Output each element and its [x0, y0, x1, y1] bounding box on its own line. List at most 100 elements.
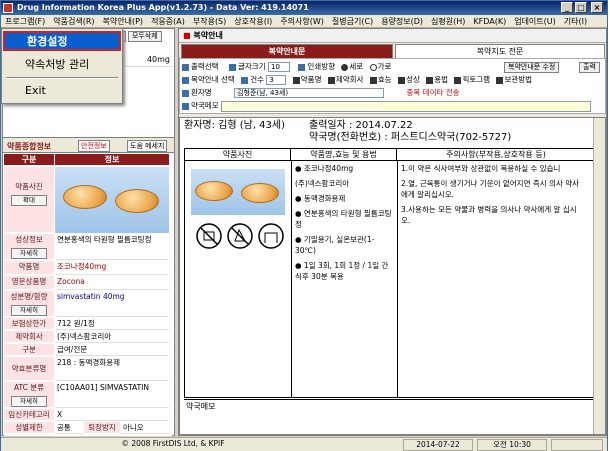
check-efficacy[interactable] — [369, 76, 377, 84]
atc-value: [C10AA01] SIMVASTATIN — [55, 382, 169, 408]
pill-image-1 — [63, 185, 107, 209]
guide-tabs: 복약안내문 복약지도 전문 — [179, 44, 606, 58]
col-divider-1 — [291, 161, 292, 397]
output-memo-label: 약국메모 — [184, 399, 596, 413]
drug-info-grid: 구분 정보 약품사진 확대 성상정보 자세히 연분홍색의 타원형 필름코팅정 약품명… — [4, 154, 172, 436]
print-button[interactable]: 출력 — [579, 62, 600, 73]
app-icon — [3, 3, 13, 13]
withdrawal-value: 아니오 — [121, 422, 169, 434]
pictogram-icons — [196, 223, 284, 249]
guide-select-row: 복약안내 선택 건수 3 약품명 제약회사 효능 성상 용법 픽토그램 보관방법 — [182, 74, 532, 86]
ingredient-value: simvastatin 40mg — [55, 291, 169, 317]
check-shape[interactable] — [398, 76, 406, 84]
landscape-label: 가로 — [377, 62, 392, 71]
grid-header-info: 정보 — [55, 154, 169, 165]
maximize-button[interactable]: □ — [575, 2, 587, 13]
check-pictogram[interactable] — [454, 76, 462, 84]
check-drug-name[interactable] — [292, 76, 300, 84]
shape-detail-button[interactable]: 자세히 — [11, 248, 47, 259]
help-message-button[interactable]: 도움 메세지 — [127, 140, 168, 152]
row-label-atc: ATC 분류 자세히 — [4, 382, 54, 408]
check-usage[interactable] — [426, 76, 434, 84]
tab-guide-sheet[interactable]: 복약안내문 — [181, 44, 393, 58]
menu-update[interactable]: 업데이트(U) — [510, 15, 560, 28]
edit-guide-button[interactable]: 복약안내문 수정 — [504, 62, 560, 73]
drug-line-storage: ● 기밀용기, 실온보관(1-30℃) — [295, 235, 375, 255]
font-size-select[interactable]: 10 — [268, 62, 290, 72]
menu-item-settings[interactable]: 환경설정 — [3, 31, 121, 51]
duplicate-notice: 중복 데이타 전송 — [406, 88, 460, 97]
pictograms — [195, 221, 285, 251]
atc-detail-button[interactable]: 자세히 — [11, 396, 47, 407]
drug-line-name: ● 조코나정40mg — [295, 164, 354, 173]
menu-etc[interactable]: 기타(I) — [560, 15, 591, 28]
minimize-button[interactable]: _ — [561, 2, 573, 13]
guide-output: 환자명: 김형 (남, 43세) 출력일자 : 2014.07.22 약국명(전… — [179, 117, 606, 435]
pharmacy-memo-input[interactable] — [221, 100, 591, 112]
row-label-english-name: 영문상품명 — [4, 276, 54, 290]
title-bar: Drug Information Korea Plus App(v1.2.73)… — [1, 1, 607, 15]
drug-line-company: (주)넥스팜코리아 — [295, 179, 350, 188]
check-storage[interactable] — [496, 76, 504, 84]
menu-caution[interactable]: 주의사항(W) — [276, 15, 328, 28]
zoom-button[interactable]: 확대 — [11, 195, 47, 206]
menu-side-effect[interactable]: 부작용(S) — [189, 15, 230, 28]
caution-line-1: 1.이 약은 식사여부와 상관없이 복용하실 수 있습니 — [401, 164, 561, 173]
menu-hira[interactable]: 심평원(H) — [427, 15, 469, 28]
output-scrollbar[interactable] — [593, 118, 605, 434]
row-label-efficacy-class: 약효분류명 — [4, 357, 54, 381]
drug-line-shape: ● 연분홍색의 타원형 필름코팅정 — [295, 209, 392, 229]
count-label: 건수 — [250, 75, 264, 84]
menu-indication[interactable]: 적응증(A) — [147, 15, 189, 28]
landscape-radio[interactable] — [369, 63, 377, 71]
shape-label: 성상정보 — [15, 235, 43, 244]
row-label-company: 제약회사 — [4, 331, 54, 343]
col-header-caution: 주의사항(부작용,상호작용 등) — [397, 149, 595, 161]
safety-info-button[interactable]: 안전정보 — [78, 140, 110, 152]
menu-program[interactable]: 프로그램(F) — [1, 15, 49, 28]
menu-drug-search[interactable]: 약품검색(R) — [49, 15, 98, 28]
pill-image-2 — [115, 189, 159, 213]
print-select-icon — [182, 63, 189, 71]
print-direction-icon — [298, 63, 306, 71]
ingredient-detail-button[interactable]: 자세히 — [11, 305, 47, 316]
english-name-value: Zocona — [55, 276, 169, 290]
price-value: 712 원/1정 — [55, 318, 169, 330]
pharmacy-name: 약국명(전화번호) : 퍼스트디스약국(702-5727) — [309, 132, 512, 143]
status-bar: © 2008 FirstDIS Ltd, & KPIF 2014-07-22 오… — [1, 437, 607, 451]
caution-line-2: 2.열, 근육통이 생기거나 기운이 없어지면 즉시 의사 약사에게 알리십시오… — [401, 179, 580, 199]
drug-line-usage: ● 1일 3회, 1회 1정 / 1일 간 식후 30분 복용 — [295, 261, 389, 281]
type-value: 급여/전문 — [55, 344, 169, 356]
drug-name-value: 조코나정40mg — [55, 261, 169, 275]
shape-value: 연분홍색의 타원형 필름코팅정 — [55, 234, 169, 260]
menu-interaction[interactable]: 상호작용(I) — [230, 15, 276, 28]
check-shape-label: 성상 — [406, 75, 420, 84]
patient-input[interactable]: 김형준(남, 43세) — [234, 88, 385, 98]
check-efficacy-label: 효능 — [377, 75, 392, 84]
close-button[interactable]: × — [591, 2, 603, 13]
count-select[interactable]: 3 — [266, 75, 287, 85]
portrait-radio[interactable] — [341, 63, 349, 71]
status-date: 2014-07-22 — [403, 439, 473, 451]
status-time: 오전 10:30 — [477, 439, 547, 451]
check-drug-name-label: 약품명 — [300, 75, 322, 84]
menu-dosage[interactable]: 용량정보(D) — [377, 15, 427, 28]
tab-guide-professional[interactable]: 복약지도 전문 — [395, 44, 605, 58]
check-company[interactable] — [327, 76, 335, 84]
drug-photo — [55, 167, 169, 233]
drug-strength: 40mg — [146, 55, 170, 64]
row-label-price: 보험상한가 — [4, 318, 54, 330]
menu-contraindication[interactable]: 질병금기(C) — [328, 15, 377, 28]
patient-row: 환자명 김형준(남, 43세) 중복 데이타 전송 — [182, 87, 460, 99]
menu-medication-guide[interactable]: 복약안내(P) — [99, 15, 148, 28]
row-label-drug-name: 약품명 — [4, 261, 54, 275]
delete-all-button[interactable]: 모두삭제 — [127, 31, 162, 42]
right-pane: ■ 복약안내 복약안내문 복약지도 전문 출력선택 글자크기 10 인쇄방향 세… — [178, 28, 607, 436]
photo-label: 약품사진 — [15, 182, 43, 191]
menu-kfda[interactable]: KFDA(K) — [469, 15, 510, 28]
menu-item-prescription-manage[interactable]: 약속처방 관리 — [3, 55, 121, 75]
menu-item-exit[interactable]: Exit — [3, 81, 121, 101]
row-label-gender: 성별제한 — [4, 422, 54, 434]
check-company-label: 제약회사 — [335, 75, 364, 84]
guide-select-label: 복약안내 선택 — [191, 75, 235, 84]
